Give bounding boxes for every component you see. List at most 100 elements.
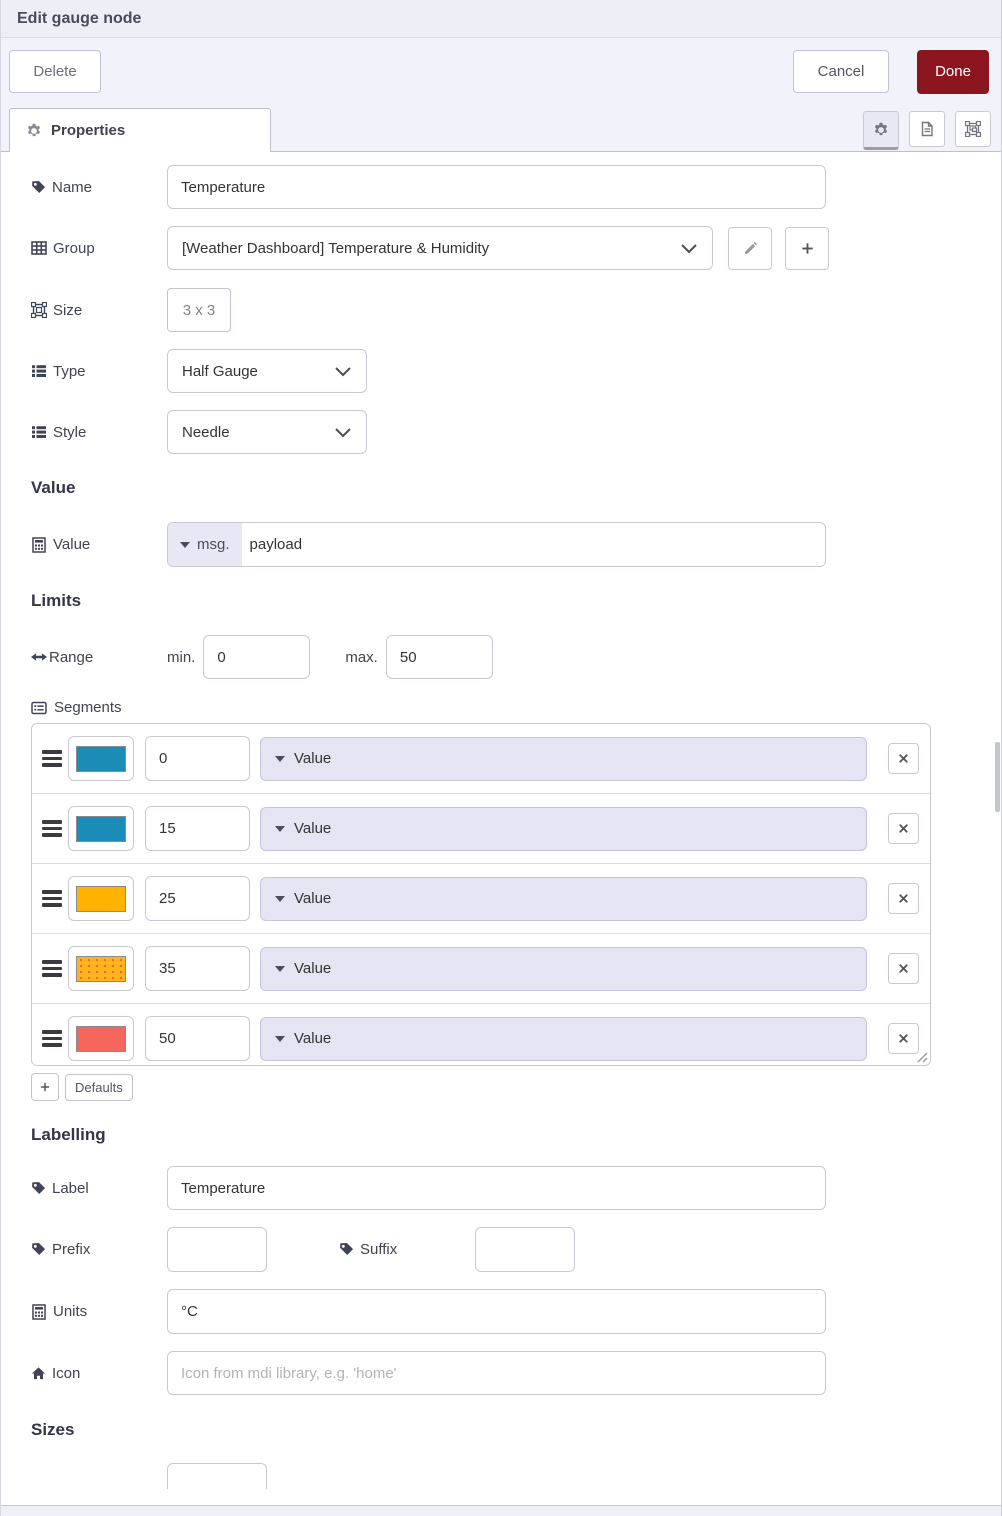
style-select[interactable]: Needle	[167, 410, 367, 454]
pencil-icon	[743, 241, 758, 256]
segment-row: Value	[32, 934, 930, 1004]
segment-value-field[interactable]	[145, 1016, 250, 1061]
calculator-icon	[31, 536, 47, 553]
icon-field[interactable]	[167, 1351, 826, 1395]
group-select[interactable]: [Weather Dashboard] Temperature & Humidi…	[167, 226, 713, 270]
drag-handle-icon[interactable]	[42, 890, 62, 907]
segment-value-field[interactable]	[145, 946, 250, 991]
delete-button[interactable]: Delete	[9, 50, 101, 93]
range-label-group: Range	[31, 649, 167, 666]
add-segment-button[interactable]	[31, 1073, 59, 1101]
size-button[interactable]: 3 x 3	[167, 288, 231, 332]
range-min-field[interactable]	[203, 635, 311, 679]
chevron-down-icon	[680, 240, 698, 256]
segments-list: Value Value Value	[31, 723, 931, 1066]
units-label: Units	[53, 1303, 88, 1320]
dialog-title: Edit gauge node	[17, 9, 142, 27]
segment-row: Value	[32, 794, 930, 864]
group-select-value: [Weather Dashboard] Temperature & Humidi…	[182, 239, 490, 257]
segment-row: Value	[32, 864, 930, 934]
segment-delete-button[interactable]	[888, 813, 919, 844]
range-max-field[interactable]	[385, 635, 493, 679]
segment-color-swatch	[76, 815, 126, 842]
chevron-down-icon	[334, 424, 352, 440]
value-label: Value	[53, 536, 91, 553]
defaults-button[interactable]: Defaults	[65, 1073, 133, 1101]
label-field[interactable]	[167, 1166, 826, 1210]
segment-mode-select[interactable]: Value	[260, 876, 867, 921]
type-select[interactable]: Half Gauge	[167, 349, 367, 393]
close-icon	[897, 892, 910, 905]
icon-label: Icon	[52, 1364, 81, 1382]
plus-icon	[39, 1081, 51, 1093]
size-label-group: Size	[31, 302, 167, 319]
segment-color-button[interactable]	[68, 736, 134, 781]
drag-handle-icon[interactable]	[42, 1030, 62, 1047]
segment-mode-select[interactable]: Value	[260, 806, 867, 851]
units-field[interactable]	[167, 1289, 826, 1334]
tab-properties[interactable]: Properties	[9, 108, 271, 152]
segment-delete-button[interactable]	[888, 883, 919, 914]
list-icon	[31, 363, 47, 379]
chevron-down-icon	[334, 363, 352, 379]
segment-color-button[interactable]	[68, 876, 134, 921]
properties-view-button[interactable]	[863, 111, 899, 150]
list-alt-icon	[31, 700, 47, 716]
home-icon	[31, 1366, 46, 1381]
typed-input-type-label: msg.	[197, 536, 230, 553]
name-field[interactable]	[167, 165, 826, 209]
segment-mode-label: Value	[294, 750, 332, 767]
style-select-value: Needle	[182, 423, 230, 441]
suffix-field[interactable]	[475, 1227, 575, 1272]
segments-label-group: Segments	[31, 699, 1001, 716]
segment-mode-select[interactable]: Value	[260, 1016, 867, 1061]
segment-color-swatch	[76, 745, 126, 772]
segment-color-button[interactable]	[68, 946, 134, 991]
resize-handle[interactable]	[914, 1049, 928, 1063]
done-button[interactable]: Done	[917, 49, 989, 94]
max-label: max.	[345, 648, 378, 666]
segment-delete-button[interactable]	[888, 743, 919, 774]
drag-handle-icon[interactable]	[42, 750, 62, 767]
segment-mode-select[interactable]: Value	[260, 736, 867, 781]
segment-color-button[interactable]	[68, 806, 134, 851]
appearance-view-button[interactable]	[955, 111, 991, 147]
segment-mode-label: Value	[294, 890, 332, 907]
tag-icon	[31, 1242, 46, 1257]
arrows-horizontal-icon	[31, 649, 47, 665]
suffix-label-group: Suffix	[339, 1241, 475, 1258]
scrollbar-thumb[interactable]	[995, 742, 1000, 812]
typed-input-type-button[interactable]: msg.	[168, 523, 242, 566]
tag-icon	[339, 1242, 354, 1257]
sizes-field-partial[interactable]	[167, 1463, 267, 1489]
segment-delete-button[interactable]	[888, 953, 919, 984]
document-icon	[919, 121, 935, 137]
units-label-group: Units	[31, 1303, 167, 1320]
min-label: min.	[167, 648, 196, 666]
segment-color-swatch	[76, 1025, 126, 1052]
segment-value-field[interactable]	[145, 806, 250, 851]
edit-group-button[interactable]	[728, 226, 772, 270]
description-view-button[interactable]	[909, 111, 945, 147]
icon-label-group: Icon	[31, 1365, 167, 1382]
label-label: Label	[52, 1179, 89, 1197]
section-heading-labelling: Labelling	[31, 1125, 106, 1144]
object-group-icon	[31, 302, 47, 318]
prefix-field[interactable]	[167, 1227, 267, 1272]
segment-color-button[interactable]	[68, 1016, 134, 1061]
segment-mode-select[interactable]: Value	[260, 946, 867, 991]
segment-mode-label: Value	[294, 820, 332, 837]
value-typed-input[interactable]: msg. payload	[167, 522, 826, 567]
segment-mode-label: Value	[294, 1030, 332, 1047]
drag-handle-icon[interactable]	[42, 960, 62, 977]
segment-value-field[interactable]	[145, 736, 250, 781]
type-select-value: Half Gauge	[182, 362, 258, 380]
range-label: Range	[49, 648, 94, 666]
segment-value-field[interactable]	[145, 876, 250, 921]
caret-down-icon	[180, 541, 190, 548]
add-group-button[interactable]	[785, 226, 829, 270]
cancel-button[interactable]: Cancel	[793, 50, 889, 93]
tab-properties-label: Properties	[51, 122, 126, 139]
drag-handle-icon[interactable]	[42, 820, 62, 837]
segment-color-swatch	[76, 885, 126, 912]
